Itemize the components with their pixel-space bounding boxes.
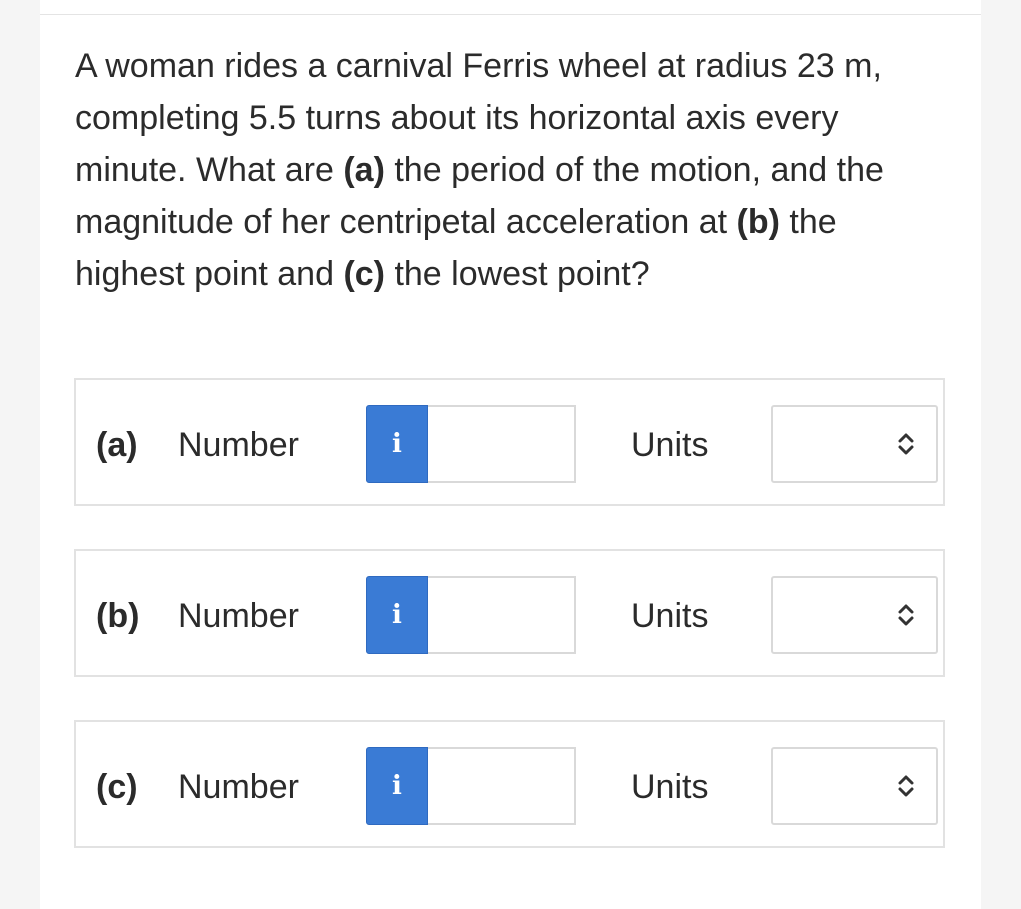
- question-part-a-marker: (a): [343, 151, 385, 189]
- units-label: Units: [631, 768, 709, 806]
- up-down-chevron-icon: [898, 433, 914, 455]
- info-icon[interactable]: i: [366, 747, 428, 825]
- answer-row-b: (b) Number i Units: [74, 549, 945, 677]
- units-label: Units: [631, 426, 709, 464]
- part-label: (c): [96, 768, 138, 806]
- number-input-c[interactable]: [428, 747, 576, 825]
- number-input-b[interactable]: [428, 576, 576, 654]
- up-down-chevron-icon: [898, 775, 914, 797]
- part-label: (a): [96, 426, 138, 464]
- number-label: Number: [178, 426, 299, 464]
- question-text: A woman rides a carnival Ferris wheel at…: [75, 40, 955, 300]
- divider: [40, 14, 981, 15]
- info-icon[interactable]: i: [366, 405, 428, 483]
- number-label: Number: [178, 597, 299, 635]
- part-label: (b): [96, 597, 140, 635]
- answer-row-c: (c) Number i Units: [74, 720, 945, 848]
- units-select-a[interactable]: [771, 405, 938, 483]
- answer-row-a: (a) Number i Units: [74, 378, 945, 506]
- question-page: A woman rides a carnival Ferris wheel at…: [40, 0, 981, 909]
- info-icon[interactable]: i: [366, 576, 428, 654]
- up-down-chevron-icon: [898, 604, 914, 626]
- question-part-c-marker: (c): [343, 255, 385, 293]
- question-part-b-marker: (b): [736, 203, 780, 241]
- units-select-b[interactable]: [771, 576, 938, 654]
- number-input-a[interactable]: [428, 405, 576, 483]
- units-select-c[interactable]: [771, 747, 938, 825]
- units-label: Units: [631, 597, 709, 635]
- number-label: Number: [178, 768, 299, 806]
- question-segment: the lowest point?: [385, 255, 650, 293]
